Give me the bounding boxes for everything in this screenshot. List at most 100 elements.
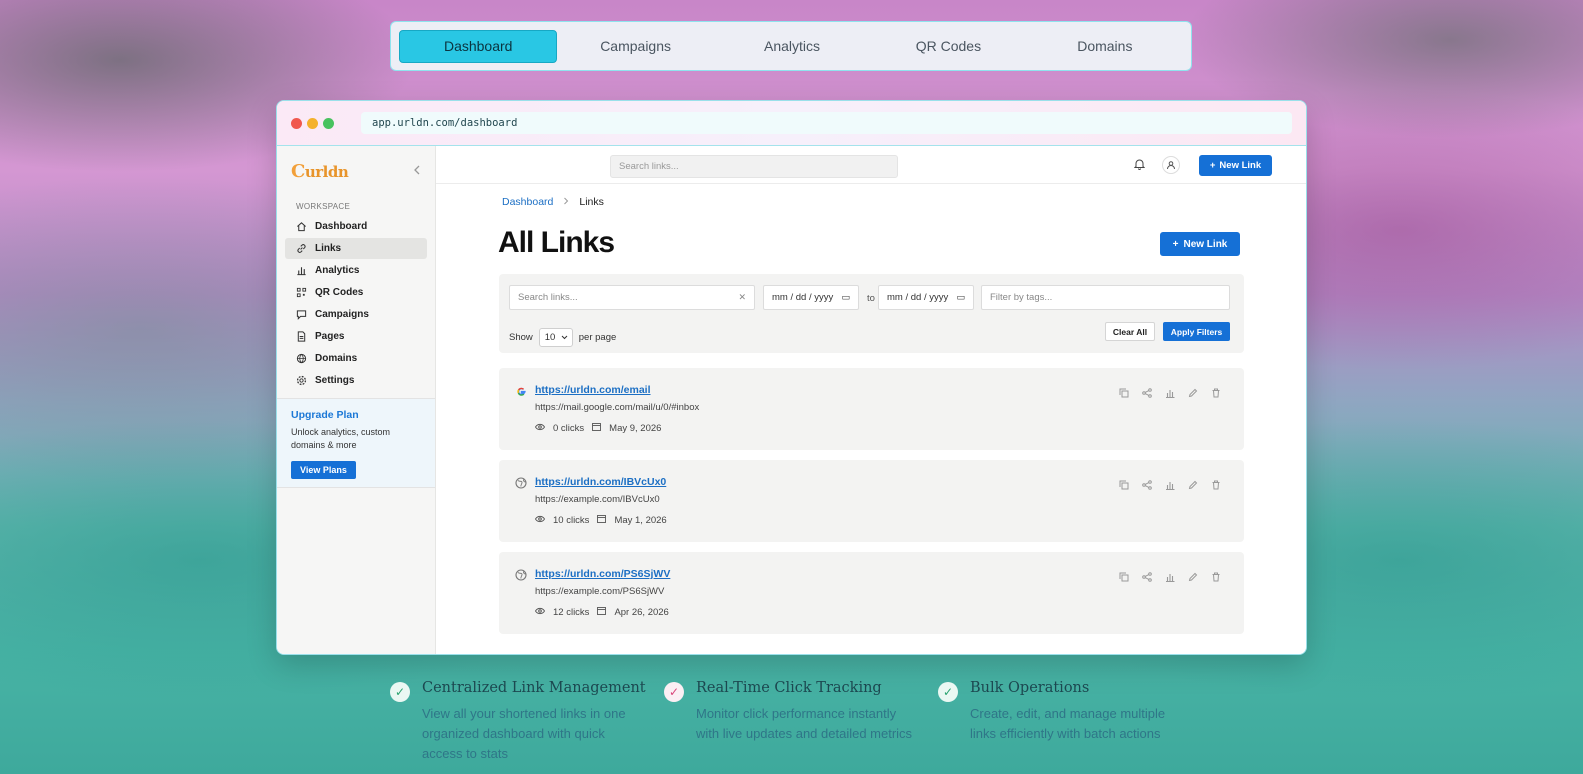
google-icon — [515, 385, 527, 397]
sidebar-item-campaigns[interactable]: Campaigns — [285, 304, 427, 325]
destination-url: https://example.com/IBVcUx0 — [535, 494, 660, 505]
sidebar-item-label: Links — [315, 243, 342, 254]
logo-row: Curldn — [277, 146, 435, 196]
upgrade-description: Unlock analytics, custom domains & more — [291, 427, 391, 450]
edit-icon[interactable] — [1187, 571, 1199, 583]
link-card: https://urldn.com/PS6SjWV https://exampl… — [499, 552, 1244, 634]
minimize-window-dot[interactable] — [307, 117, 318, 129]
sidebar-item-label: QR Codes — [315, 287, 364, 298]
qr-code-icon — [295, 287, 307, 299]
check-icon: ✓ — [664, 682, 684, 702]
sidebar-item-domains[interactable]: Domains — [285, 348, 427, 369]
apply-filters-button[interactable]: Apply Filters — [1163, 322, 1230, 341]
short-link[interactable]: https://urldn.com/IBVcUx0 — [535, 476, 666, 488]
sidebar-item-label: Domains — [315, 353, 358, 364]
upgrade-title: Upgrade Plan — [291, 409, 359, 421]
tab-domains[interactable]: Domains — [1027, 30, 1183, 63]
tab-dashboard[interactable]: Dashboard — [399, 29, 558, 63]
trash-icon[interactable] — [1210, 479, 1222, 491]
user-avatar-icon[interactable] — [1162, 156, 1180, 174]
chevron-down-icon — [561, 335, 568, 340]
home-icon — [295, 221, 307, 233]
clear-search-icon[interactable]: ✕ — [738, 292, 746, 303]
sidebar-item-label: Analytics — [315, 265, 360, 276]
close-window-dot[interactable] — [291, 117, 302, 129]
check-icon: ✓ — [938, 682, 958, 702]
feature-title: Real-Time Click Tracking — [696, 680, 882, 696]
tab-analytics[interactable]: Analytics — [714, 30, 870, 63]
sidebar-item-pages[interactable]: Pages — [285, 326, 427, 347]
share-icon[interactable] — [1141, 571, 1153, 583]
per-page-label: per page — [578, 332, 617, 343]
filter-panel: Search links... ✕ mm / dd / yyyy ▭ to mm… — [499, 274, 1244, 353]
sidebar-item-links[interactable]: Links — [285, 238, 427, 259]
show-label: Show — [509, 332, 533, 343]
sidebar-item-qr-codes[interactable]: QR Codes — [285, 282, 427, 303]
view-plans-button[interactable]: View Plans — [291, 461, 356, 479]
share-icon[interactable] — [1141, 479, 1153, 491]
copy-icon[interactable] — [1118, 387, 1130, 399]
sidebar-item-dashboard[interactable]: Dashboard — [285, 216, 427, 237]
browser-window: app.urldn.com/dashboard Curldn WORKSPACE… — [276, 100, 1307, 655]
short-link[interactable]: https://urldn.com/PS6SjWV — [535, 568, 670, 580]
destination-url: https://example.com/PS6SjWV — [535, 586, 665, 597]
upgrade-plan-card: Upgrade Plan Unlock analytics, custom do… — [277, 398, 435, 488]
created-date: Apr 26, 2026 — [614, 606, 669, 618]
date-to-input[interactable]: mm / dd / yyyy ▭ — [878, 285, 974, 310]
short-link[interactable]: https://urldn.com/email — [535, 384, 651, 396]
created-date: May 1, 2026 — [614, 514, 667, 526]
plus-icon: + — [1209, 160, 1216, 171]
check-icon: ✓ — [390, 682, 410, 702]
app-body: Curldn WORKSPACE Dashboard Links Analyti… — [277, 146, 1306, 654]
edit-icon[interactable] — [1187, 479, 1199, 491]
chevron-left-icon[interactable] — [413, 164, 421, 178]
share-icon[interactable] — [1141, 387, 1153, 399]
new-link-button[interactable]: + New Link — [1160, 232, 1240, 256]
maximize-window-dot[interactable] — [323, 117, 334, 129]
link-meta: 10 clicks May 1, 2026 — [534, 514, 667, 526]
address-bar[interactable]: app.urldn.com/dashboard — [361, 112, 1292, 134]
bell-icon[interactable] — [1132, 158, 1146, 172]
eye-icon — [534, 515, 546, 526]
sidebar-item-settings[interactable]: Settings — [285, 370, 427, 391]
breadcrumb: Dashboard Links — [502, 196, 604, 208]
campaign-icon — [295, 309, 307, 321]
copy-icon[interactable] — [1118, 571, 1130, 583]
eye-icon — [534, 607, 546, 618]
trash-icon[interactable] — [1210, 387, 1222, 399]
page-title: All Links — [498, 226, 615, 259]
tab-campaigns[interactable]: Campaigns — [557, 30, 713, 63]
date-from-input[interactable]: mm / dd / yyyy ▭ — [763, 285, 859, 310]
stats-icon[interactable] — [1164, 387, 1176, 399]
feature-description: View all your shortened links in one org… — [422, 706, 626, 761]
calendar-icon[interactable]: ▭ — [841, 292, 850, 303]
calendar-icon[interactable]: ▭ — [956, 292, 965, 303]
main-header: Search links... + New Link — [436, 146, 1306, 184]
sidebar-item-label: Settings — [315, 375, 355, 386]
per-page-select[interactable]: 10 — [538, 328, 573, 347]
edit-icon[interactable] — [1187, 387, 1199, 399]
feature-title: Centralized Link Management — [422, 680, 646, 696]
breadcrumb-dashboard-link[interactable]: Dashboard — [502, 196, 553, 208]
copy-icon[interactable] — [1118, 479, 1130, 491]
tags-filter-input[interactable]: Filter by tags... — [981, 285, 1230, 310]
tab-qr-codes[interactable]: QR Codes — [870, 30, 1026, 63]
clear-all-button[interactable]: Clear All — [1105, 322, 1155, 341]
bar-chart-icon — [295, 265, 307, 277]
sidebar-item-label: Dashboard — [315, 221, 368, 232]
new-link-header-button[interactable]: + New Link — [1199, 155, 1272, 176]
feature-description: Monitor click performance instantly with… — [696, 706, 913, 741]
link-meta: 12 clicks Apr 26, 2026 — [534, 606, 669, 618]
link-actions — [1118, 571, 1222, 583]
link-search-input[interactable]: Search links... ✕ — [509, 285, 755, 310]
date-range-separator: to — [867, 293, 875, 304]
trash-icon[interactable] — [1210, 571, 1222, 583]
feature-title: Bulk Operations — [970, 680, 1090, 696]
sidebar-item-analytics[interactable]: Analytics — [285, 260, 427, 281]
stats-icon[interactable] — [1164, 571, 1176, 583]
click-count: 12 clicks — [553, 606, 590, 618]
stats-icon[interactable] — [1164, 479, 1176, 491]
logo[interactable]: Curldn — [291, 161, 349, 182]
global-search-input[interactable]: Search links... — [610, 155, 898, 178]
link-icon — [295, 243, 307, 255]
